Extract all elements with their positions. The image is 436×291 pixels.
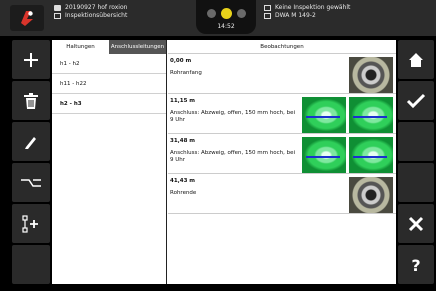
list-icon [54,13,61,19]
top-bar: 20190927 hof roxion Inspektionsübersicht… [0,0,436,36]
connection-icon [21,178,41,187]
project-info: 20190927 hof roxion Inspektionsübersicht [54,4,127,20]
haltungen-list: h1 - h2 h11 - h22 h2 - h3 [52,54,166,114]
observation-thumbnail[interactable] [302,97,346,133]
observation-distance: 0,00 m [170,58,192,64]
home-button[interactable] [398,40,434,79]
document-icon [264,5,271,11]
add-branch-button[interactable] [12,204,50,243]
edit-button[interactable] [12,122,50,161]
observation-thumbnail[interactable] [349,57,393,93]
svg-text:?: ? [411,256,420,274]
observation-description: Rohranfang [170,70,202,76]
connection-button[interactable] [12,163,50,202]
observation-thumbnail[interactable] [349,97,393,133]
list-item[interactable]: h1 - h2 [52,54,166,74]
check-icon [406,93,426,108]
add-branch-icon [22,214,38,233]
delete-button[interactable] [12,81,50,120]
help-icon: ? [411,256,420,274]
pencil-icon [25,136,36,149]
observation-description: Anschluss: Abzweig, offen, 150 mm hoch, … [170,110,295,123]
pipe-marker [306,156,340,158]
observation-row[interactable]: 11,15 m Anschluss: Abzweig, offen, 150 m… [168,94,396,134]
close-button[interactable] [398,204,434,243]
clock: 14:52 [217,23,235,30]
observations-panel: Beobachtungen 0,00 m Rohranfang 11,15 m … [168,40,396,284]
left-toolbar [12,40,50,284]
status-light-active [221,8,232,19]
tab-bar: Haltungen Anschlussleitungen [52,40,166,54]
pipe-marker [353,116,387,118]
pipe-marker [353,156,387,158]
tab-anschlussleitungen[interactable]: Anschlussleitungen [109,40,166,54]
list-item-selected[interactable]: h2 - h3 [52,94,166,114]
observation-description: Rohrende [170,190,197,196]
status-indicator[interactable]: 14:52 [196,0,256,34]
empty-toolbar-slot [398,122,434,161]
home-icon [409,52,423,67]
help-button[interactable]: ? [398,245,434,284]
observation-thumbnail[interactable] [349,137,393,173]
observation-distance: 31,48 m [170,138,196,144]
observation-row[interactable]: 41,43 m Rohrende [168,174,396,214]
observations-title: Beobachtungen [168,40,396,54]
tab-haltungen[interactable]: Haltungen [52,40,109,54]
observation-thumbnail[interactable] [349,177,393,213]
inspection-status: Keine Inspektion gewählt [275,4,351,11]
view-name: Inspektionsübersicht [65,12,128,19]
main-panel: Haltungen Anschlussleitungen h1 - h2 h11… [52,40,396,284]
right-toolbar: ? [398,40,434,284]
grid-icon [264,13,271,19]
close-icon [408,216,424,231]
observation-distance: 41,43 m [170,178,196,184]
app-logo-button[interactable] [10,5,44,31]
empty-toolbar-slot [12,245,50,284]
list-item[interactable]: h11 - h22 [52,74,166,94]
standard-name: DWA M 149-2 [275,12,316,19]
plus-icon [24,52,38,67]
pipe-marker [306,116,340,118]
observation-description: Anschluss: Abzweig, offen, 150 mm hoch, … [170,150,295,163]
observation-row[interactable]: 31,48 m Anschluss: Abzweig, offen, 150 m… [168,134,396,174]
haltungen-panel: Haltungen Anschlussleitungen h1 - h2 h11… [52,40,167,284]
add-button[interactable] [12,40,50,79]
folder-icon [54,5,61,11]
project-name: 20190927 hof roxion [65,4,128,11]
observation-thumbnail[interactable] [302,137,346,173]
confirm-button[interactable] [398,81,434,120]
observation-distance: 11,15 m [170,98,196,104]
inspection-info: Keine Inspektion gewählt DWA M 149-2 [264,4,350,20]
status-light-right [237,9,246,18]
app-logo-icon [21,11,33,26]
trash-icon [24,92,38,109]
observation-row[interactable]: 0,00 m Rohranfang [168,54,396,94]
empty-toolbar-slot [398,163,434,202]
status-light-left [207,9,216,18]
